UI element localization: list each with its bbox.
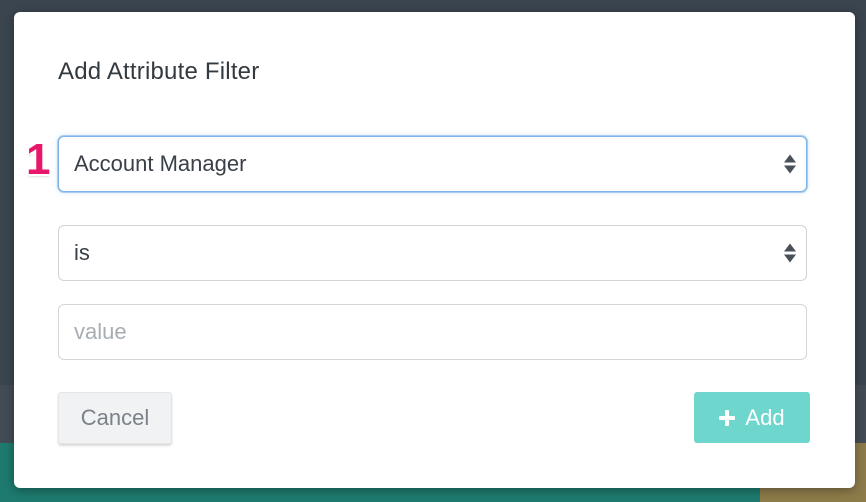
value-field[interactable] bbox=[58, 304, 807, 360]
sort-arrows-icon bbox=[784, 154, 796, 174]
add-button-label: Add bbox=[745, 404, 785, 430]
step-marker: 1 bbox=[26, 135, 51, 184]
attribute-select[interactable]: Account Manager bbox=[58, 136, 807, 192]
dialog-title: Add Attribute Filter bbox=[58, 58, 260, 85]
sort-arrows-icon bbox=[784, 243, 796, 263]
attribute-select-value: Account Manager bbox=[74, 151, 247, 176]
add-attribute-filter-dialog: Add Attribute Filter 1 Account Manager i… bbox=[14, 12, 855, 488]
operator-select-value: is bbox=[74, 240, 90, 265]
operator-select[interactable]: is bbox=[58, 225, 807, 281]
add-button[interactable]: Add bbox=[694, 392, 810, 443]
value-input[interactable] bbox=[74, 319, 806, 345]
plus-icon bbox=[719, 409, 736, 426]
cancel-button[interactable]: Cancel bbox=[58, 392, 172, 444]
